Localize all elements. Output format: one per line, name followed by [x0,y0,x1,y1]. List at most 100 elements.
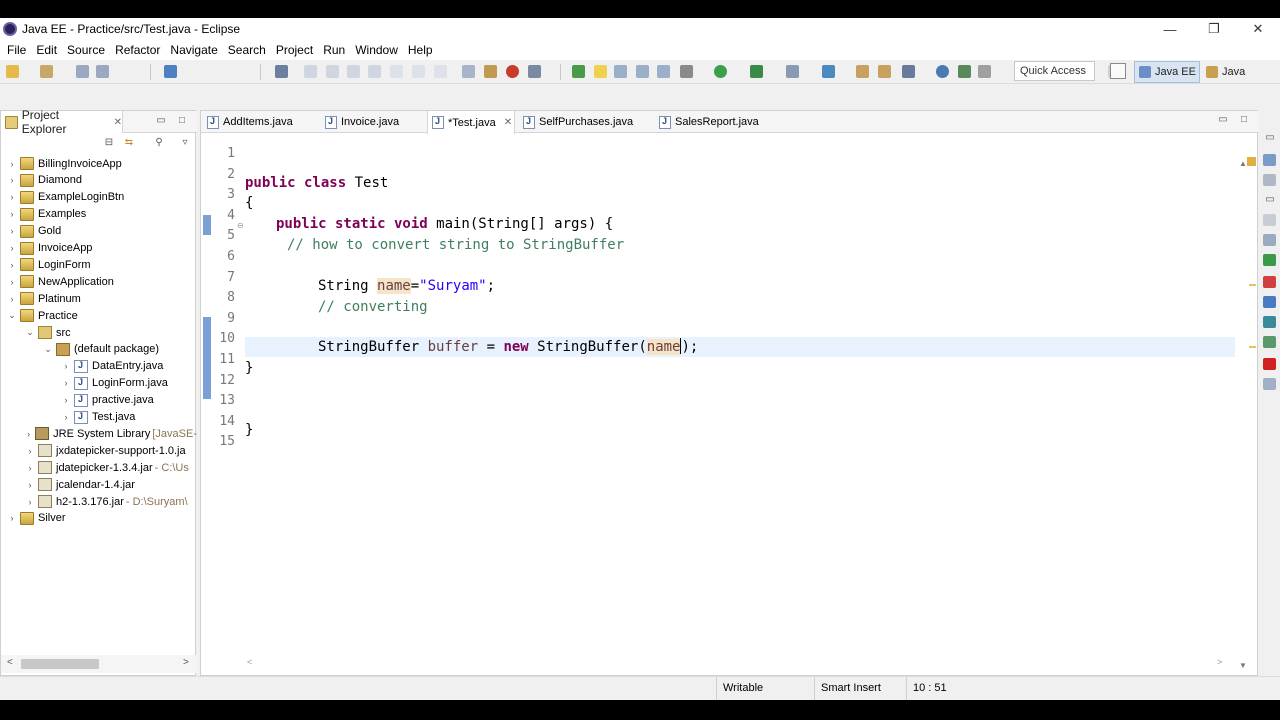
console-icon[interactable] [1263,336,1276,348]
tree-item[interactable]: › Examples [1,206,197,223]
menu-edit[interactable]: Edit [31,43,62,57]
run-icon[interactable] [714,65,727,78]
link-with-editor-icon[interactable]: ⇆ [123,137,135,149]
tree-item[interactable]: › BillingInvoiceApp [1,155,197,172]
collapsed-chevron-icon[interactable]: › [25,446,35,456]
tree-item[interactable]: › h2-1.3.176.jar - D:\Suryam\ [1,493,197,510]
progress-icon[interactable] [1263,358,1276,370]
web-service-icon[interactable] [958,65,971,78]
expanded-chevron-icon[interactable]: ⌄ [7,310,17,321]
tree-item[interactable]: › LoginForm [1,256,197,273]
collapsed-chevron-icon[interactable]: › [7,294,17,304]
open-task-icon[interactable] [878,65,891,78]
properties-icon[interactable] [1263,234,1276,246]
outline-icon[interactable] [1263,154,1276,166]
external-tools-icon[interactable] [786,65,799,78]
server-icon[interactable] [506,65,519,78]
open-type-icon[interactable] [856,65,869,78]
menu-source[interactable]: Source [62,43,110,57]
perspective-java-ee[interactable]: Java EE [1134,61,1200,83]
collapsed-chevron-icon[interactable]: › [7,243,17,253]
collapsed-chevron-icon[interactable]: › [7,260,17,270]
new-icon[interactable] [6,65,19,78]
collapsed-chevron-icon[interactable]: › [61,412,71,422]
tree-item[interactable]: ⌄ Practice [1,307,197,324]
tab-invoice[interactable]: Invoice.java [321,111,425,133]
menu-help[interactable]: Help [403,43,438,57]
menu-refactor[interactable]: Refactor [110,43,165,57]
tree-item[interactable]: ⌄ (default package) [1,341,197,358]
collapsed-chevron-icon[interactable]: › [25,463,35,473]
skip-breakpoints-icon[interactable] [275,65,288,78]
save-all-icon[interactable] [96,65,109,78]
tree-item[interactable]: ⌄ src [1,324,197,341]
tree-item[interactable]: › DataEntry.java [1,358,197,375]
tab-selfpurchases[interactable]: SelfPurchases.java [519,111,649,133]
tab-additems[interactable]: AddItems.java [203,111,319,133]
tree-item[interactable]: › Diamond [1,172,197,189]
insert-mode-status[interactable]: Smart Insert [814,677,906,700]
step-return-icon[interactable] [434,65,447,78]
menu-window[interactable]: Window [350,43,403,57]
tree-item[interactable]: › practive.java [1,392,197,409]
servers-icon[interactable] [1263,254,1276,266]
explorer-horizontal-scrollbar[interactable]: < > [1,655,197,673]
collapsed-chevron-icon[interactable]: › [7,192,17,202]
fold-icon[interactable]: ⊖ [237,221,244,230]
collapsed-chevron-icon[interactable]: › [25,429,32,439]
coverage-icon[interactable] [750,65,763,78]
resume-icon[interactable] [304,65,317,78]
mark-occurrences-icon[interactable] [594,65,607,78]
tree-item[interactable]: › Silver [1,510,197,527]
collapsed-chevron-icon[interactable]: › [7,277,17,287]
next-annotation-icon[interactable] [978,65,991,78]
close-icon[interactable]: ✕ [114,117,122,128]
data-source-icon[interactable] [1263,276,1276,288]
save-icon[interactable] [76,65,89,78]
maximize-editor-icon[interactable]: □ [1238,114,1250,126]
restore-button[interactable]: ❐ [1192,18,1236,40]
use-step-filters-icon[interactable] [484,65,497,78]
tree-item[interactable]: › Test.java [1,409,197,426]
restore-view-icon[interactable]: ▭ [1264,194,1276,206]
block-selection-icon[interactable] [636,65,649,78]
collapsed-chevron-icon[interactable]: › [61,378,71,388]
minimize-editor-icon[interactable]: ▭ [1217,114,1229,126]
database-icon[interactable] [528,65,541,78]
menu-project[interactable]: Project [271,43,318,57]
occurrence-marker[interactable] [1249,346,1256,348]
menu-search[interactable]: Search [223,43,271,57]
show-whitespace-icon[interactable] [657,65,670,78]
tree-item[interactable]: › JRE System Library [JavaSE- [1,425,197,442]
tree-item[interactable]: › LoginForm.java [1,375,197,392]
collapsed-chevron-icon[interactable]: › [7,175,17,185]
code-area[interactable]: public class Test { public static void m… [245,151,1235,651]
tree-item[interactable]: › Platinum [1,290,197,307]
step-over-icon[interactable] [412,65,425,78]
suspend-icon[interactable] [326,65,339,78]
tab-salesreport[interactable]: SalesReport.java [655,111,779,133]
quick-access-field[interactable]: Quick Access [1014,61,1095,81]
scroll-left-icon[interactable]: < [247,657,252,667]
new-server-icon[interactable] [822,65,835,78]
menu-run[interactable]: Run [318,43,350,57]
restore-view-icon[interactable]: ▭ [1264,132,1276,144]
collapsed-chevron-icon[interactable]: › [61,361,71,371]
menu-file[interactable]: File [2,43,31,57]
markers-icon[interactable] [1263,214,1276,226]
scroll-thumb[interactable] [21,659,99,669]
snippets-icon[interactable] [1263,296,1276,308]
collapsed-chevron-icon[interactable]: › [61,395,71,405]
collapsed-chevron-icon[interactable]: › [7,159,17,169]
close-window-button[interactable]: ✕ [1236,18,1280,40]
occurrence-marker[interactable] [1249,284,1256,286]
warning-summary-icon[interactable] [1247,157,1256,166]
search-tool-icon[interactable] [902,65,915,78]
collapse-all-icon[interactable]: ⊟ [103,137,115,149]
disconnect-icon[interactable] [368,65,381,78]
new-wizard-icon[interactable] [40,65,53,78]
project-explorer-tab[interactable]: Project Explorer ✕ [1,108,123,136]
collapsed-chevron-icon[interactable]: › [25,480,35,490]
focus-on-workbench-icon[interactable]: ⚲ [153,137,165,149]
collapsed-chevron-icon[interactable]: › [7,226,17,236]
